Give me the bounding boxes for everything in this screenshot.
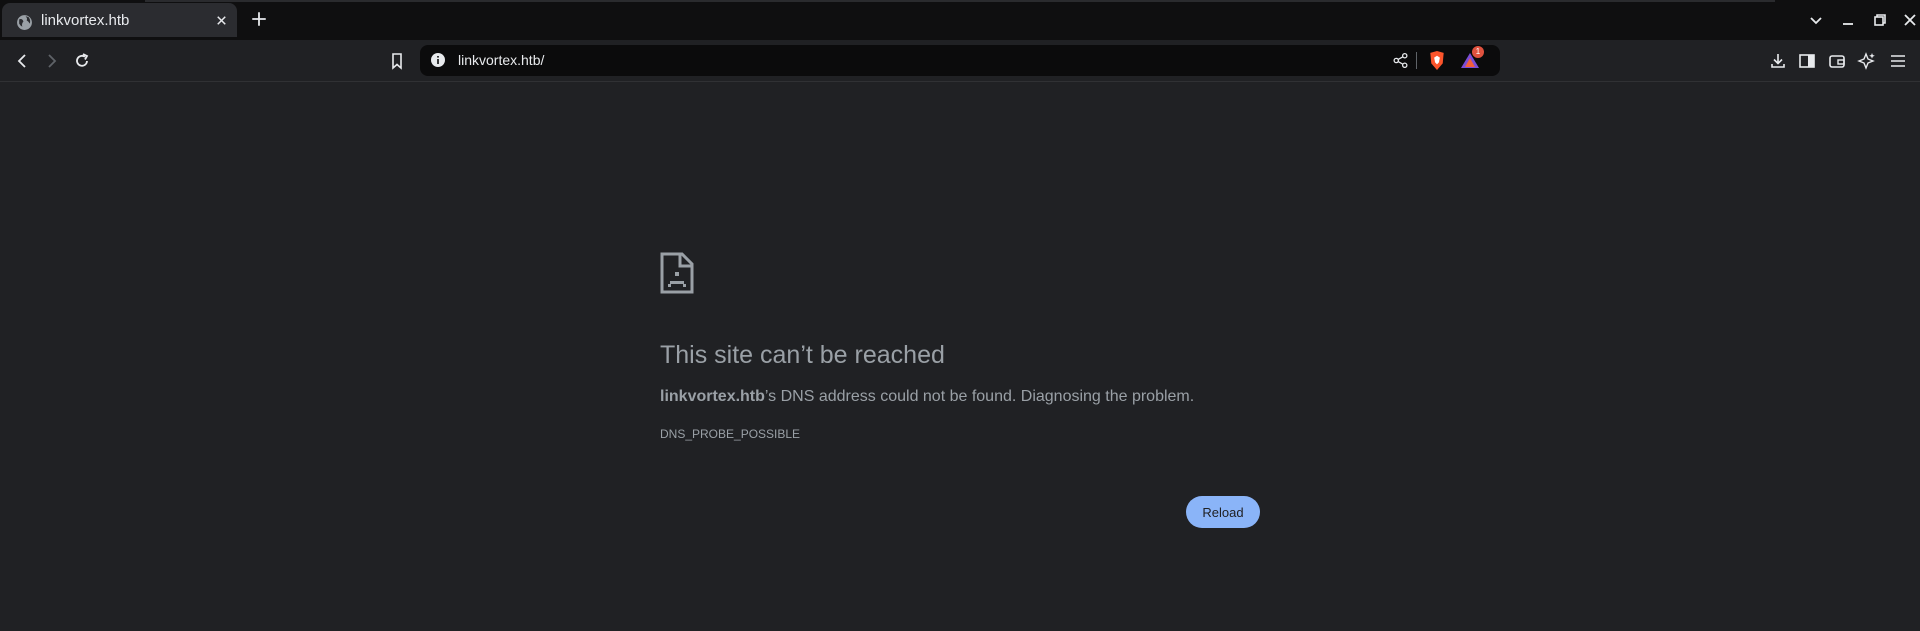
reload-button[interactable]: Reload — [1186, 496, 1260, 528]
close-tab-icon[interactable] — [214, 13, 229, 28]
error-description-text: ’s DNS address could not be found. Diagn… — [764, 388, 1195, 405]
error-host: linkvortex.htb — [660, 388, 765, 405]
omnibox-separator — [1416, 52, 1417, 69]
toolbar: linkvortex.htb/ 1 — [0, 40, 1920, 82]
new-tab-icon[interactable] — [250, 10, 268, 28]
tab-strip: linkvortex.htb — [0, 0, 1920, 40]
sad-document-icon — [660, 252, 694, 294]
forward-icon[interactable] — [42, 51, 62, 71]
restore-icon[interactable] — [1872, 12, 1888, 28]
site-info-icon[interactable] — [430, 52, 446, 68]
minimize-icon[interactable] — [1840, 12, 1856, 28]
error-title: This site can’t be reached — [660, 341, 945, 369]
page-content: This site can’t be reached linkvortex.ht… — [0, 83, 1920, 631]
bookmark-icon[interactable] — [387, 51, 407, 71]
leo-ai-icon[interactable] — [1857, 51, 1877, 71]
address-bar[interactable]: linkvortex.htb/ 1 — [420, 45, 1500, 76]
tab-search-icon[interactable] — [1808, 12, 1824, 28]
error-description: linkvortex.htb’s DNS address could not b… — [660, 388, 1194, 406]
back-icon[interactable] — [12, 51, 32, 71]
error-code: DNS_PROBE_POSSIBLE — [660, 427, 801, 441]
close-window-icon[interactable] — [1902, 12, 1918, 28]
menu-icon[interactable] — [1888, 51, 1908, 71]
share-icon[interactable] — [1392, 52, 1409, 69]
sidebar-icon[interactable] — [1797, 51, 1817, 71]
tab-strip-divider — [145, 0, 1775, 2]
tab-active[interactable]: linkvortex.htb — [2, 3, 237, 37]
tab-title: linkvortex.htb — [41, 12, 130, 29]
reload-icon[interactable] — [72, 51, 92, 71]
globe-icon — [17, 15, 32, 30]
url-text: linkvortex.htb/ — [458, 52, 545, 68]
wallet-icon[interactable] — [1827, 51, 1847, 71]
downloads-icon[interactable] — [1768, 51, 1788, 71]
brave-shields-icon[interactable] — [1427, 50, 1447, 71]
rewards-badge: 1 — [1472, 46, 1484, 58]
